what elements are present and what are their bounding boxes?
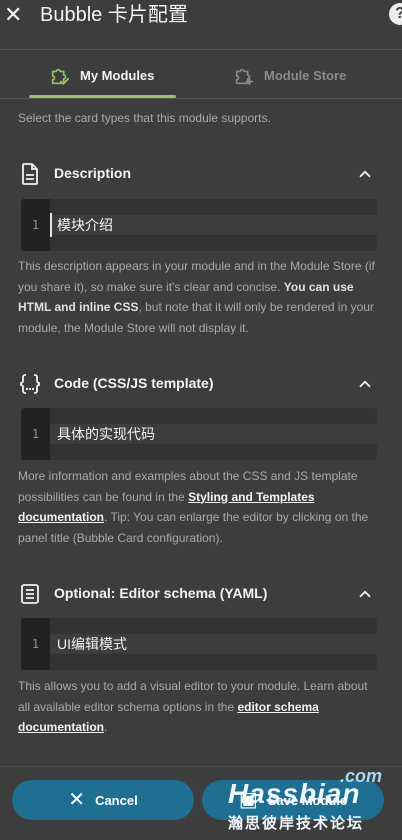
description-editor[interactable]: 1 模块介绍 <box>21 199 377 251</box>
description-help: This description appears in your module … <box>18 256 380 338</box>
close-icon[interactable]: ✕ <box>4 4 22 26</box>
dialog-title: Bubble 卡片配置 <box>40 4 188 26</box>
active-tab-indicator <box>29 95 176 98</box>
code-line: 模块介绍 <box>57 217 113 233</box>
code-editor[interactable]: 1 具体的实现代码 <box>21 408 377 460</box>
tab-module-store-label: Module Store <box>264 68 347 83</box>
dialog-header: ✕ Bubble 卡片配置 ? <box>0 0 402 50</box>
intro-text: Select the card types that this module s… <box>18 111 271 125</box>
code-line: 具体的实现代码 <box>57 426 155 442</box>
close-icon: ✕ <box>68 789 86 811</box>
section-code-header[interactable]: Code (CSS/JS template) <box>18 372 376 396</box>
line-number: 1 <box>21 199 50 251</box>
section-description-title: Description <box>54 165 132 181</box>
section-schema-title: Optional: Editor schema (YAML) <box>54 585 268 601</box>
puzzle-check-icon <box>51 68 70 85</box>
tab-my-modules-label: My Modules <box>80 68 155 83</box>
code-line: UI编辑模式 <box>57 636 127 652</box>
puzzle-plus-icon <box>235 68 254 85</box>
save-module-button[interactable]: ▣ Save Module <box>202 780 384 820</box>
section-schema-header[interactable]: Optional: Editor schema (YAML) <box>18 582 376 606</box>
section-code-title: Code (CSS/JS template) <box>54 375 214 391</box>
help-text: . <box>104 720 108 734</box>
section-description-header[interactable]: Description <box>18 162 376 186</box>
cancel-label: Cancel <box>95 792 138 808</box>
cancel-button[interactable]: ✕ Cancel <box>12 780 194 820</box>
chevron-up-icon[interactable] <box>356 165 374 183</box>
document-icon <box>22 163 38 185</box>
tab-my-modules[interactable]: My Modules <box>49 52 154 99</box>
schema-help: This allows you to add a visual editor t… <box>18 676 380 738</box>
save-label: Save Module <box>267 792 348 808</box>
footer-divider <box>0 766 402 767</box>
list-box-icon <box>21 584 39 604</box>
code-braces-icon <box>20 374 40 394</box>
schema-editor[interactable]: 1 UI编辑模式 <box>21 618 377 670</box>
tab-module-store[interactable]: Module Store <box>233 52 346 99</box>
text-caret <box>50 213 52 237</box>
help-icon[interactable]: ? <box>389 3 402 25</box>
chevron-up-icon[interactable] <box>356 585 374 603</box>
chevron-up-icon[interactable] <box>356 375 374 393</box>
content-save-icon: ▣ <box>238 789 258 811</box>
code-help: More information and examples about the … <box>18 466 380 548</box>
line-number: 1 <box>21 618 50 670</box>
module-tabs: My Modules Module Store <box>0 52 402 99</box>
line-number: 1 <box>21 408 50 460</box>
